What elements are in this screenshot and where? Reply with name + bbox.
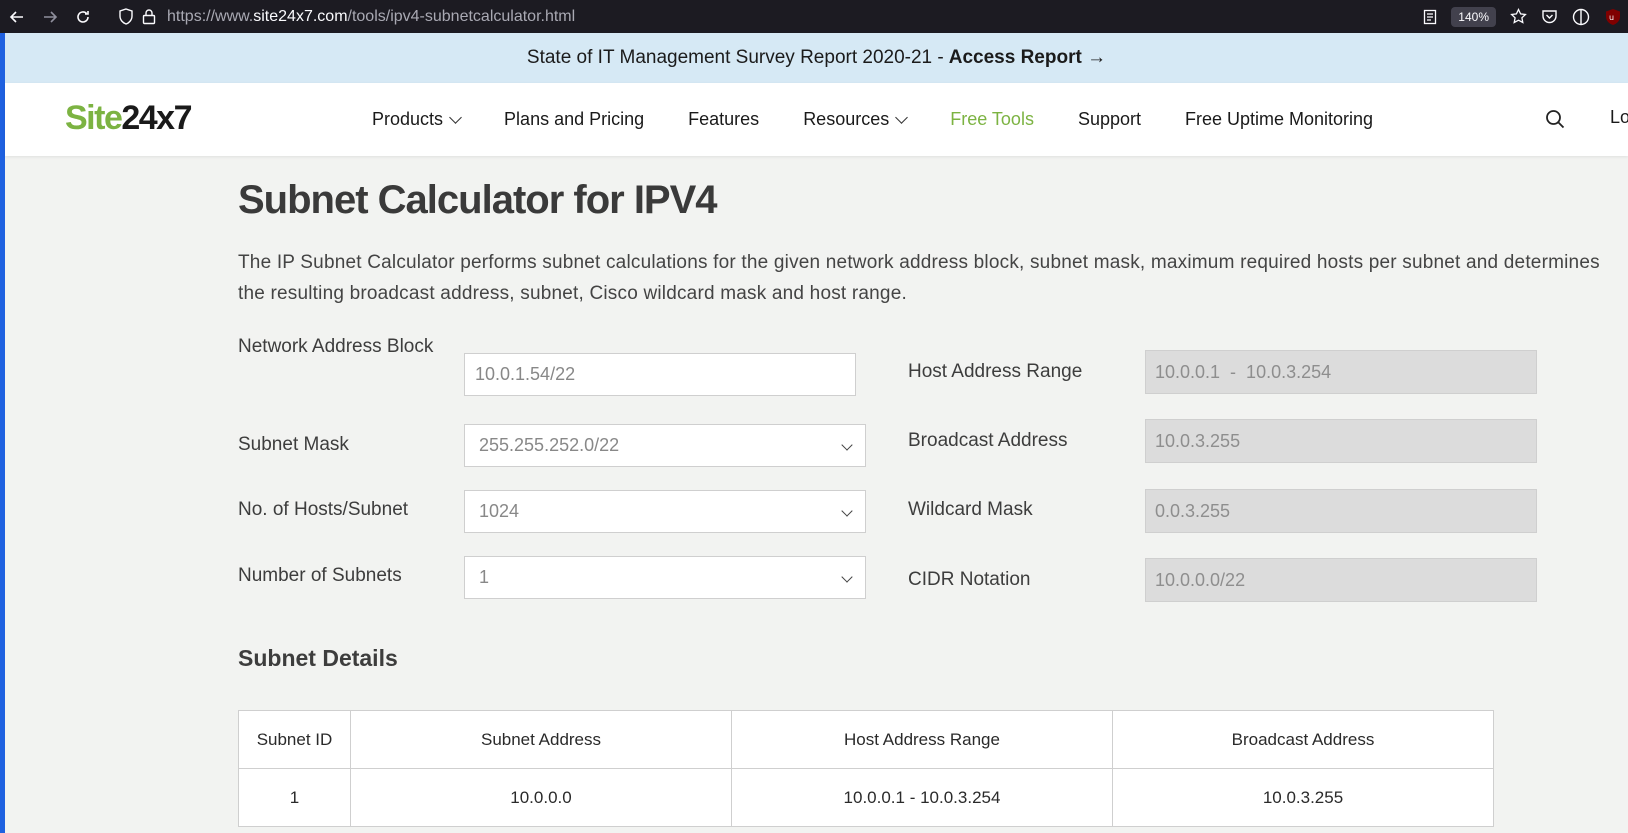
banner-text: State of IT Management Survey Report 202… (526, 47, 944, 68)
cell-host-address-range: 10.0.0.1 - 10.0.3.254 (731, 768, 1113, 827)
cell-broadcast-address: 10.0.3.255 (1112, 768, 1494, 827)
hosts-per-subnet-select[interactable]: 1024 (464, 490, 866, 533)
number-of-subnets-select[interactable]: 1 (464, 556, 866, 599)
cell-subnet-id: 1 (238, 768, 351, 827)
page-title: Subnet Calculator for IPV4 (238, 178, 718, 222)
chevron-down-icon (841, 439, 853, 451)
address-bar[interactable]: https://www.site24x7.com/tools/ipv4-subn… (167, 0, 575, 33)
nav-features[interactable]: Features (688, 109, 759, 130)
table-header-row: Subnet ID Subnet Address Host Address Ra… (238, 710, 1494, 769)
nav-products[interactable]: Products (372, 109, 462, 130)
number-of-subnets-label: Number of Subnets (238, 565, 402, 586)
col-subnet-id: Subnet ID (238, 710, 351, 769)
zoom-level[interactable]: 140% (1451, 6, 1496, 27)
reader-view-icon[interactable] (1423, 9, 1437, 25)
nav-uptime-label: Free Uptime Monitoring (1185, 109, 1374, 129)
forward-arrow-icon (43, 10, 57, 23)
table-row: 1 10.0.0.0 10.0.0.1 - 10.0.3.254 10.0.3.… (238, 768, 1494, 827)
nav-support-label: Support (1077, 109, 1141, 129)
site24x7-logo[interactable]: Site24x7 (65, 99, 192, 138)
hosts-per-subnet-label: No. of Hosts/Subnet (238, 499, 409, 520)
main-nav: Products Plans and Pricing Features Reso… (372, 83, 1417, 156)
logo-site-text: Site (65, 99, 123, 137)
svg-text:u: u (1609, 13, 1614, 22)
cidr-notation-output: 10.0.0.0/22 (1145, 558, 1537, 602)
url-path: /tools/ipv4-subnetcalculator.html (347, 8, 576, 25)
nav-resources-label: Resources (803, 109, 890, 129)
browser-toolbar: https://www.site24x7.com/tools/ipv4-subn… (0, 0, 1628, 33)
cidr-notation-label: CIDR Notation (908, 569, 1031, 590)
host-address-range-label: Host Address Range (908, 361, 1083, 382)
subnet-mask-value: 255.255.252.0/22 (479, 435, 620, 455)
nav-support[interactable]: Support (1078, 109, 1141, 130)
promo-banner[interactable]: State of IT Management Survey Report 202… (5, 33, 1628, 83)
nav-features-label: Features (688, 109, 760, 129)
host-address-range-output: 10.0.0.1 - 10.0.3.254 (1145, 350, 1537, 394)
nav-plans-label: Plans and Pricing (504, 109, 645, 129)
star-bookmark-icon[interactable] (1510, 8, 1527, 25)
lock-icon[interactable] (142, 8, 156, 25)
cell-subnet-address: 10.0.0.0 (350, 768, 732, 827)
network-address-label: Network Address Block (238, 336, 434, 357)
login-link[interactable]: Lo (1610, 107, 1628, 128)
back-arrow-icon (9, 10, 23, 23)
wildcard-mask-label: Wildcard Mask (908, 499, 1033, 520)
search-button[interactable] (1545, 109, 1565, 134)
network-address-input[interactable] (464, 353, 856, 396)
hosts-per-subnet-value: 1024 (479, 501, 520, 521)
logo-num-text: 24x7 (121, 99, 192, 137)
site-header: Site24x7 Products Plans and Pricing Feat… (5, 83, 1628, 156)
chevron-down-icon (449, 111, 462, 124)
forward-button[interactable] (33, 0, 66, 33)
reload-icon (76, 10, 89, 23)
pocket-icon[interactable] (1541, 8, 1558, 25)
shield-icon[interactable] (118, 8, 134, 25)
subnet-mask-select[interactable]: 255.255.252.0/22 (464, 424, 866, 467)
nav-free-tools-label: Free Tools (950, 109, 1034, 129)
broadcast-address-label: Broadcast Address (908, 430, 1068, 451)
subnet-mask-label: Subnet Mask (238, 434, 349, 455)
url-host: site24x7.com (253, 8, 348, 25)
number-of-subnets-value: 1 (479, 567, 490, 587)
access-report-link[interactable]: Access Report → (949, 47, 1106, 69)
url-prefix: https://www. (167, 8, 254, 25)
extension-icon[interactable] (1572, 8, 1590, 26)
col-subnet-address: Subnet Address (350, 710, 732, 769)
broadcast-address-output: 10.0.3.255 (1145, 419, 1537, 463)
chevron-down-icon (895, 111, 909, 124)
wildcard-mask-output: 0.0.3.255 (1145, 489, 1537, 533)
subnet-details-table: Subnet ID Subnet Address Host Address Ra… (238, 710, 1494, 827)
back-button[interactable] (0, 0, 33, 33)
nav-resources[interactable]: Resources (803, 109, 909, 130)
nav-free-uptime-monitoring[interactable]: Free Uptime Monitoring (1185, 109, 1373, 130)
page-description: The IP Subnet Calculator performs subnet… (238, 252, 1600, 304)
chevron-down-icon (841, 505, 853, 517)
nav-free-tools[interactable]: Free Tools (950, 109, 1034, 130)
nav-products-label: Products (372, 109, 444, 129)
search-icon (1546, 110, 1565, 129)
chevron-down-icon (841, 571, 853, 583)
ublock-icon[interactable]: u (1604, 8, 1622, 26)
col-broadcast-address: Broadcast Address (1112, 710, 1494, 769)
subnet-details-title: Subnet Details (238, 645, 398, 671)
reload-button[interactable] (66, 0, 99, 33)
col-host-address-range: Host Address Range (731, 710, 1113, 769)
nav-plans-pricing[interactable]: Plans and Pricing (504, 109, 644, 130)
